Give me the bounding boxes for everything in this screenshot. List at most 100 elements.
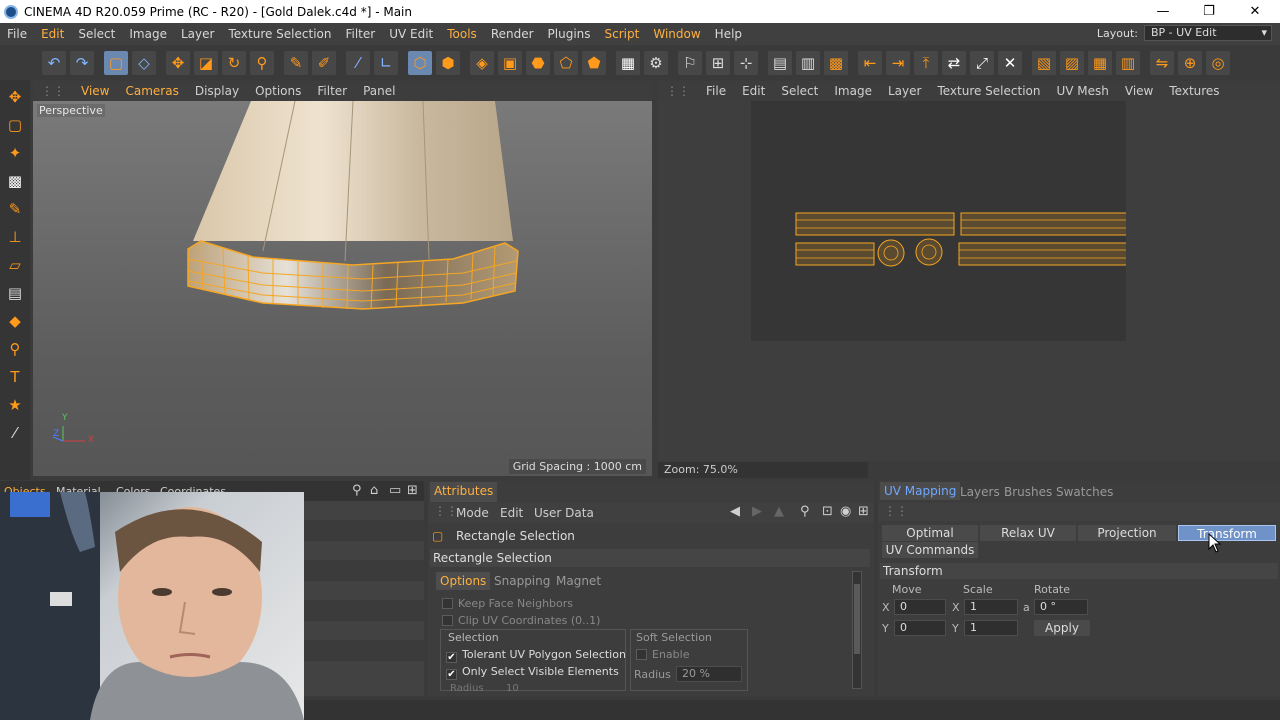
texture-grid-icon[interactable]: ▤ [768,51,792,75]
box-select-icon[interactable]: ▢ [3,114,27,136]
menu-layer[interactable]: Layer [174,27,221,41]
projection-button[interactable]: Projection [1078,525,1176,541]
rotate-icon[interactable]: ↻ [222,51,246,75]
list-item[interactable] [304,561,424,581]
apply-button[interactable]: Apply [1034,620,1090,636]
subtab-magnet[interactable]: Magnet [556,574,601,588]
move-x-field[interactable]: 0 [894,599,946,615]
magic-wand-icon[interactable]: ✦ [3,142,27,164]
checker-icon[interactable]: ▦ [616,51,640,75]
align-right-icon[interactable]: ⇥ [886,51,910,75]
lock-icon[interactable]: ⊡ [822,504,833,519]
tab-brushes[interactable]: Brushes [1004,485,1052,499]
brush-tool-icon[interactable]: ✎ [3,198,27,220]
attributes-scrollbar[interactable] [852,571,862,689]
rectangle-selection-icon[interactable]: ▢ [104,51,128,75]
minimize-panel-icon[interactable]: ▭ [389,483,401,498]
paint-icon[interactable]: ✎ [284,51,308,75]
tolerant-uv-checkbox[interactable]: ✔ Tolerant UV Polygon Selection [446,648,626,663]
uv-target-icon[interactable]: ⊕ [1178,51,1202,75]
star-shape-icon[interactable]: ★ [3,394,27,416]
object-mode-icon[interactable]: ▣ [498,51,522,75]
uv-menu-layer[interactable]: Layer [880,84,929,98]
menu-filter[interactable]: Filter [338,27,382,41]
uv-sphere-icon[interactable]: ◎ [1206,51,1230,75]
subtab-snapping[interactable]: Snapping [494,574,550,588]
viewport-menu-cameras[interactable]: Cameras [117,84,186,98]
soft-radius-field[interactable]: 20 % [676,666,742,682]
texture-view-icon[interactable]: ▥ [796,51,820,75]
menu-texture-selection[interactable]: Texture Selection [221,27,338,41]
tab-swatches[interactable]: Swatches [1056,485,1113,499]
maximize-button[interactable]: ❐ [1186,0,1232,23]
tab-attributes[interactable]: Attributes [430,482,498,502]
edges-mode-icon[interactable]: ⬠ [554,51,578,75]
align-left-icon[interactable]: ⇤ [858,51,882,75]
scale-icon[interactable]: ◪ [194,51,218,75]
uv-menu-image[interactable]: Image [826,84,880,98]
undo-icon[interactable]: ↶ [42,51,66,75]
new-panel-icon[interactable]: ⊞ [407,483,418,498]
viewport-menu-options[interactable]: Options [247,84,309,98]
layout-d-icon[interactable]: ▥ [1116,51,1140,75]
magnifier-icon[interactable]: ⚲ [3,338,27,360]
close-button[interactable]: ✕ [1232,0,1278,23]
scale-uv-icon[interactable]: ✕ [998,51,1022,75]
forward-arrow-icon[interactable]: ▶ [752,504,762,519]
layout-b-icon[interactable]: ▨ [1060,51,1084,75]
polygons-mode-icon[interactable]: ⬟ [582,51,606,75]
list-item[interactable] [304,501,424,521]
fill-icon[interactable]: ◆ [3,310,27,332]
snap-icon[interactable]: ⚐ [678,51,702,75]
list-item[interactable] [304,581,424,601]
relax-uv-button[interactable]: Relax UV [980,525,1076,541]
uv-menu-edit[interactable]: Edit [734,84,773,98]
uv-menu-texture-selection[interactable]: Texture Selection [929,84,1048,98]
subtab-options[interactable]: Options [436,572,491,590]
axis-icon[interactable]: ⊹ [734,51,758,75]
optimal-mapping-button[interactable]: Optimal Mapping [882,525,978,556]
uv-polygons-icon[interactable]: ⬢ [436,51,460,75]
search-icon[interactable]: ⚲ [352,483,362,498]
align-top-icon[interactable]: ⤒ [914,51,938,75]
model-mode-icon[interactable]: ◈ [470,51,494,75]
attr-menu-mode[interactable]: Mode [456,506,489,520]
uv-texture-canvas[interactable] [751,101,1126,341]
uv-commands-button[interactable]: UV Commands [882,542,978,558]
scale-y-field[interactable]: 1 [964,620,1018,636]
eraser-icon[interactable]: ▱ [3,254,27,276]
move-y-field[interactable]: 0 [894,620,946,636]
list-item[interactable] [304,541,424,561]
clone-stamp-icon[interactable]: ⊥ [3,226,27,248]
text-tool-icon[interactable]: T [3,366,27,388]
redo-icon[interactable]: ↷ [70,51,94,75]
3d-paint-icon[interactable]: ✐ [312,51,336,75]
viewport-menu-display[interactable]: Display [187,84,247,98]
list-item[interactable] [304,601,424,621]
object-list[interactable] [304,501,424,696]
menu-file[interactable]: File [0,27,34,41]
tab-uv-mapping[interactable]: UV Mapping [880,482,961,500]
perspective-viewport[interactable]: Perspective Y Z X Grid Spacing: 1000 cm [33,101,652,476]
attr-menu-edit[interactable]: Edit [500,506,523,520]
gradient-icon[interactable]: ▤ [3,282,27,304]
minimize-button[interactable]: — [1140,0,1186,23]
viewport-menu-filter[interactable]: Filter [309,84,355,98]
transform-button[interactable]: Transform [1178,525,1276,541]
uv-relax-icon[interactable]: ⇋ [1150,51,1174,75]
only-visible-checkbox[interactable]: ✔ Only Select Visible Elements [446,665,619,680]
home-icon[interactable]: ⌂ [370,483,378,498]
uv-menu-select[interactable]: Select [773,84,826,98]
uv-points-icon[interactable]: ⬡ [408,51,432,75]
menu-script[interactable]: Script [598,27,647,41]
tab-layers[interactable]: Layers [960,485,1000,499]
points-mode-icon[interactable]: ⬣ [526,51,550,75]
rotate-field[interactable]: 0 ° [1034,599,1088,615]
uv-menu-view[interactable]: View [1117,84,1161,98]
list-item[interactable] [304,621,424,641]
clip-uv-checkbox[interactable]: Clip UV Coordinates (0..1) [442,614,600,627]
menu-plugins[interactable]: Plugins [541,27,598,41]
texture-delete-icon[interactable]: ▩ [824,51,848,75]
checkerboard-icon[interactable]: ▩ [3,170,27,192]
record-icon[interactable]: ◉ [840,504,851,519]
